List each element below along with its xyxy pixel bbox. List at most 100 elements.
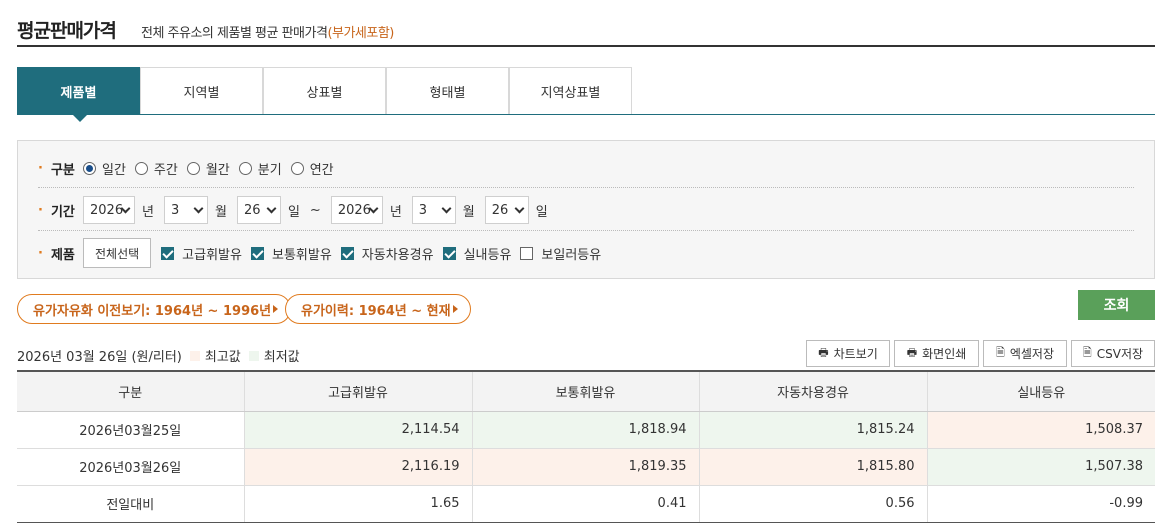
page-subtitle: 전체 주유소의 제품별 평균 판매가격(부가세포함) (141, 22, 394, 41)
start-month-value: 3 (170, 202, 180, 218)
csv-save-button[interactable]: 🗎 CSV저장 (1071, 340, 1155, 367)
start-day-value: 26 (243, 202, 261, 218)
table-cell: 1,507.38 (927, 448, 1155, 486)
table-cell: 2,114.54 (244, 411, 473, 449)
radio-quarterly-label: 분기 (257, 162, 282, 178)
checkbox-premium-gasoline[interactable]: 고급휘발유 (161, 244, 242, 263)
tab-product[interactable]: 제품별 (17, 67, 140, 122)
radio-monthly[interactable]: 월간 (186, 159, 230, 178)
tab-brand[interactable]: 상표별 (263, 67, 386, 114)
divider (38, 230, 1134, 231)
radio-yearly[interactable]: 연간 (290, 159, 334, 178)
header-kerosene: 실내등유 (927, 370, 1155, 412)
checkbox-regular-gasoline-label: 보통휘발유 (271, 247, 332, 263)
price-history-button[interactable]: 유가이력: 1964년 ~ 현재 (285, 294, 471, 324)
checkbox-regular-gasoline[interactable]: 보통휘발유 (250, 244, 332, 263)
row-label: 2026년03월26일 (17, 448, 245, 486)
table-cell: 1,819.35 (472, 448, 700, 486)
legend-high-swatch (189, 350, 200, 361)
checkbox-diesel-box[interactable] (340, 246, 354, 260)
row-label: 전일대비 (17, 485, 245, 523)
header-premium-gasoline: 고급휘발유 (244, 370, 473, 412)
search-button[interactable]: 조회 (1078, 290, 1155, 320)
print-icon: 🖶 (906, 346, 918, 359)
radio-yearly-circle[interactable] (290, 161, 304, 175)
legend-high-label: 최고값 (204, 350, 241, 365)
chevron-right-icon (452, 305, 458, 313)
table-cell: 1,818.94 (472, 411, 700, 449)
radio-weekly[interactable]: 주간 (134, 159, 178, 178)
table-row: 2026년03월26일 2,116.19 1,819.35 1,815.80 1… (17, 448, 1155, 486)
checkbox-boiler-kerosene[interactable]: 보일러등유 (520, 244, 601, 263)
tab-region[interactable]: 지역별 (140, 67, 263, 114)
period-label: 기간 (38, 201, 83, 220)
checkbox-kerosene[interactable]: 실내등유 (442, 244, 512, 263)
table-header-row: 구분 고급휘발유 보통휘발유 자동차용경유 실내등유 (17, 370, 1155, 412)
date-info: 2026년 03월 26일 (원/리터) 최고값 최저값 (17, 346, 300, 365)
csv-save-label: CSV저장 (1096, 347, 1144, 361)
table-cell: 1,815.80 (699, 448, 928, 486)
end-year-select[interactable]: 2026 (330, 196, 383, 224)
chart-view-button[interactable]: 🖶 차트보기 (806, 340, 890, 367)
month-unit: 월 (462, 204, 475, 220)
select-all-button[interactable]: 전체선택 (83, 238, 152, 268)
start-month-select[interactable]: 3 (163, 196, 208, 224)
radio-monthly-circle[interactable] (186, 161, 200, 175)
division-row: 구분 일간 주간 월간 분기 연간 (38, 155, 343, 181)
year-unit: 년 (142, 204, 154, 220)
checkbox-premium-gasoline-box[interactable] (161, 246, 175, 260)
radio-quarterly-circle[interactable] (238, 161, 252, 175)
checkbox-boiler-kerosene-box[interactable] (520, 246, 534, 260)
pre-liberalization-button[interactable]: 유가자유화 이전보기: 1964년 ~ 1996년 (17, 294, 292, 324)
year-unit: 년 (389, 204, 402, 220)
checkbox-regular-gasoline-box[interactable] (250, 246, 264, 260)
checkbox-kerosene-label: 실내등유 (463, 247, 512, 263)
price-history-label: 유가이력: 1964년 ~ 현재 (301, 303, 451, 319)
start-year-select[interactable]: 2026 (83, 196, 135, 224)
tab-region-brand[interactable]: 지역상표별 (509, 67, 632, 114)
chevron-right-icon (273, 305, 279, 313)
checkbox-premium-gasoline-label: 고급휘발유 (182, 247, 242, 263)
radio-quarterly[interactable]: 분기 (238, 159, 282, 178)
chevron-down-icon (193, 203, 204, 214)
subtitle-vat-note: (부가세포함) (327, 26, 394, 41)
chevron-down-icon (441, 203, 452, 214)
radio-weekly-label: 주간 (153, 162, 178, 178)
radio-daily-label: 일간 (102, 162, 126, 178)
end-month-select[interactable]: 3 (411, 196, 456, 224)
page-title: 평균판매가격 (17, 20, 117, 42)
header-diesel: 자동차용경유 (699, 370, 928, 412)
header-division: 구분 (17, 370, 245, 412)
radio-daily-circle[interactable] (83, 161, 96, 175)
table-cell: -0.99 (927, 485, 1155, 523)
price-table: 구분 고급휘발유 보통휘발유 자동차용경유 실내등유 2026년03월25일 2… (17, 370, 1155, 523)
table-cell: 0.41 (472, 485, 700, 523)
radio-yearly-label: 연간 (309, 162, 334, 178)
pre-liberalization-label: 유가자유화 이전보기: 1964년 ~ 1996년 (33, 303, 272, 319)
tab-type[interactable]: 형태별 (386, 67, 509, 114)
file-icon: 🗎 (1082, 346, 1092, 359)
checkbox-kerosene-box[interactable] (442, 246, 456, 260)
checkbox-diesel-label: 자동차용경유 (361, 247, 434, 263)
radio-daily[interactable]: 일간 (83, 159, 126, 178)
search-panel: 구분 일간 주간 월간 분기 연간 기간 2026 년 3 월 26 일 ~ 2… (17, 140, 1155, 279)
start-day-select[interactable]: 26 (236, 196, 281, 224)
month-unit: 월 (214, 204, 227, 220)
radio-weekly-circle[interactable] (134, 161, 148, 175)
table-row: 2026년03월25일 2,114.54 1,818.94 1,815.24 1… (17, 411, 1155, 449)
end-day-select[interactable]: 26 (484, 196, 529, 224)
day-unit: 일 (535, 204, 548, 220)
excel-save-button[interactable]: 🗎 엑셀저장 (983, 340, 1067, 367)
print-button[interactable]: 🖶 화면인쇄 (894, 340, 979, 367)
file-icon: 🗎 (995, 346, 1005, 359)
product-label: 제품 (38, 244, 83, 263)
row-label: 2026년03월25일 (17, 411, 245, 449)
checkbox-diesel[interactable]: 자동차용경유 (340, 244, 434, 263)
chevron-down-icon (266, 203, 277, 214)
date-unit-text: 2026년 03월 26일 (원/리터) (17, 350, 182, 365)
end-year-value: 2026 (337, 202, 371, 218)
table-cell: 1,815.24 (699, 411, 928, 449)
table-cell: 0.56 (699, 485, 928, 523)
division-label: 구분 (38, 159, 83, 178)
chart-view-label: 차트보기 (833, 347, 878, 361)
